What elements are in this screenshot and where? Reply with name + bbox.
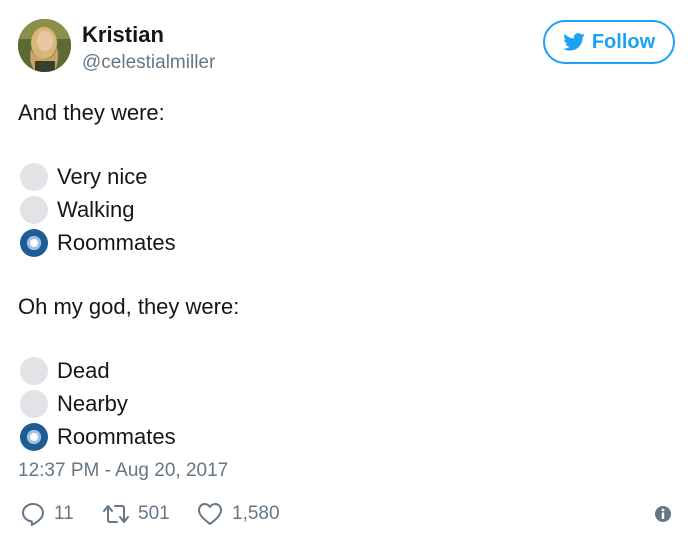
twitter-bird-icon xyxy=(563,33,585,51)
retweet-button[interactable]: 501 xyxy=(102,500,170,528)
author-handle[interactable]: @celestialmiller xyxy=(82,52,215,74)
radio-unselected-icon xyxy=(20,196,48,224)
option-label: Dead xyxy=(57,358,110,383)
radio-selected-icon xyxy=(20,423,48,451)
info-icon[interactable] xyxy=(654,505,672,523)
stanza1-option-1: Very nice xyxy=(20,162,148,192)
option-label: Roommates xyxy=(57,424,176,449)
option-label: Walking xyxy=(57,197,135,222)
stanza2-prompt: Oh my god, they were: xyxy=(18,294,240,319)
retweet-icon xyxy=(103,505,129,523)
option-label: Roommates xyxy=(57,230,176,255)
radio-selected-icon xyxy=(20,229,48,257)
stanza2-option-2: Nearby xyxy=(20,389,128,419)
option-label: Very nice xyxy=(57,164,148,189)
like-count: 1,580 xyxy=(232,503,280,524)
avatar[interactable] xyxy=(18,19,71,72)
like-button[interactable]: 1,580 xyxy=(196,500,280,528)
avatar-photo xyxy=(18,19,71,72)
heart-icon xyxy=(198,503,222,525)
reply-button[interactable]: 11 xyxy=(20,500,74,528)
stanza1-prompt: And they were: xyxy=(18,100,165,125)
option-label: Nearby xyxy=(57,391,128,416)
radio-unselected-icon xyxy=(20,390,48,418)
stanza2-option-1: Dead xyxy=(20,356,110,386)
radio-unselected-icon xyxy=(20,163,48,191)
reply-icon xyxy=(22,503,44,526)
follow-button[interactable]: Follow xyxy=(543,20,675,64)
stanza1-option-2: Walking xyxy=(20,195,134,225)
stanza2-option-3: Roommates xyxy=(20,422,176,452)
author-display-name[interactable]: Kristian xyxy=(82,22,164,48)
reply-count: 11 xyxy=(54,503,74,524)
follow-button-label: Follow xyxy=(591,30,656,53)
retweet-count: 501 xyxy=(138,503,170,524)
tweet-timestamp[interactable]: 12:37 PM - Aug 20, 2017 xyxy=(18,460,228,482)
stanza1-option-3: Roommates xyxy=(20,228,176,258)
radio-unselected-icon xyxy=(20,357,48,385)
